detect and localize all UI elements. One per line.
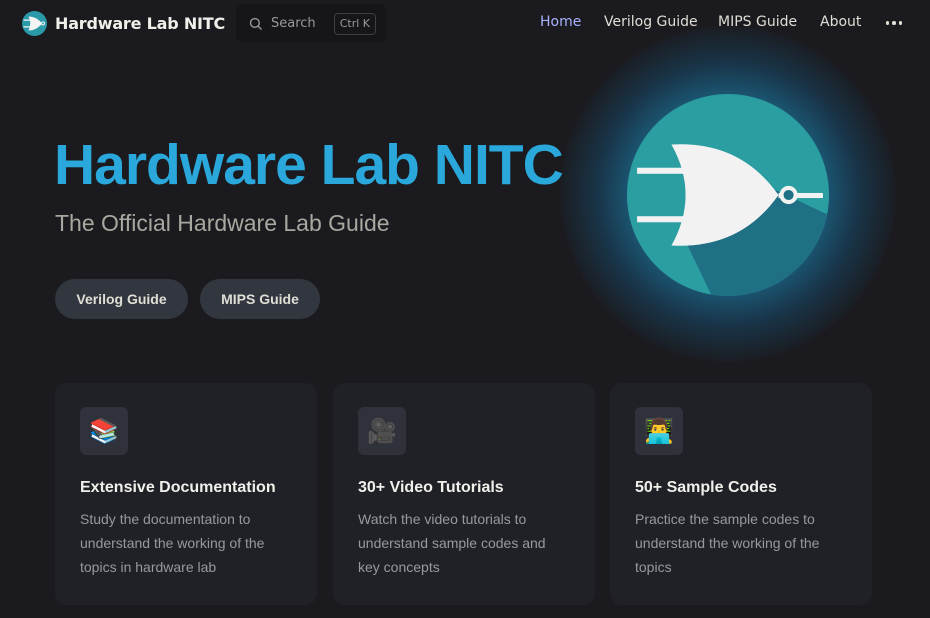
ellipsis-icon: [892, 21, 896, 25]
nav-link-verilog-guide[interactable]: Verilog Guide: [604, 14, 698, 30]
search-shortcut: Ctrl K: [333, 13, 376, 35]
books-icon: 📚: [80, 407, 128, 455]
hero-title: Hardware Lab NITC: [54, 133, 564, 197]
ellipsis-icon: [885, 21, 890, 25]
video-camera-icon: 🎥: [358, 407, 406, 455]
programmer-icon: 👨‍💻: [635, 407, 683, 455]
feature-title: 50+ Sample Codes: [635, 479, 777, 496]
feature-card-video-tutorials: 🎥 30+ Video Tutorials Watch the video tu…: [333, 383, 595, 605]
nav-link-about[interactable]: About: [820, 14, 861, 30]
feature-description: Practice the sample codes to understand …: [635, 511, 820, 575]
feature-title: 30+ Video Tutorials: [358, 479, 504, 496]
feature-description: Watch the video tutorials to understand …: [358, 511, 546, 575]
feature-card-sample-codes: 👨‍💻 50+ Sample Codes Practice the sample…: [610, 383, 872, 605]
or-gate-logo-icon: [627, 94, 829, 296]
mips-guide-button[interactable]: MIPS Guide: [200, 279, 320, 319]
brand-title: Hardware Lab NITC: [55, 13, 226, 33]
nav-link-home[interactable]: Home: [540, 14, 581, 30]
feature-title: Extensive Documentation: [80, 479, 276, 496]
more-menu-button[interactable]: [884, 14, 904, 32]
search-button[interactable]: Search Ctrl K: [236, 4, 387, 43]
hero-subtitle: The Official Hardware Lab Guide: [55, 210, 390, 236]
feature-description: Study the documentation to understand th…: [80, 511, 265, 575]
or-gate-logo-icon: [22, 10, 47, 36]
verilog-guide-button[interactable]: Verilog Guide: [55, 279, 188, 319]
brand-link[interactable]: Hardware Lab NITC: [22, 10, 225, 36]
search-label: Search: [271, 16, 316, 31]
feature-card-documentation: 📚 Extensive Documentation Study the docu…: [55, 383, 317, 605]
search-icon: [249, 17, 262, 30]
ellipsis-icon: [898, 21, 903, 25]
